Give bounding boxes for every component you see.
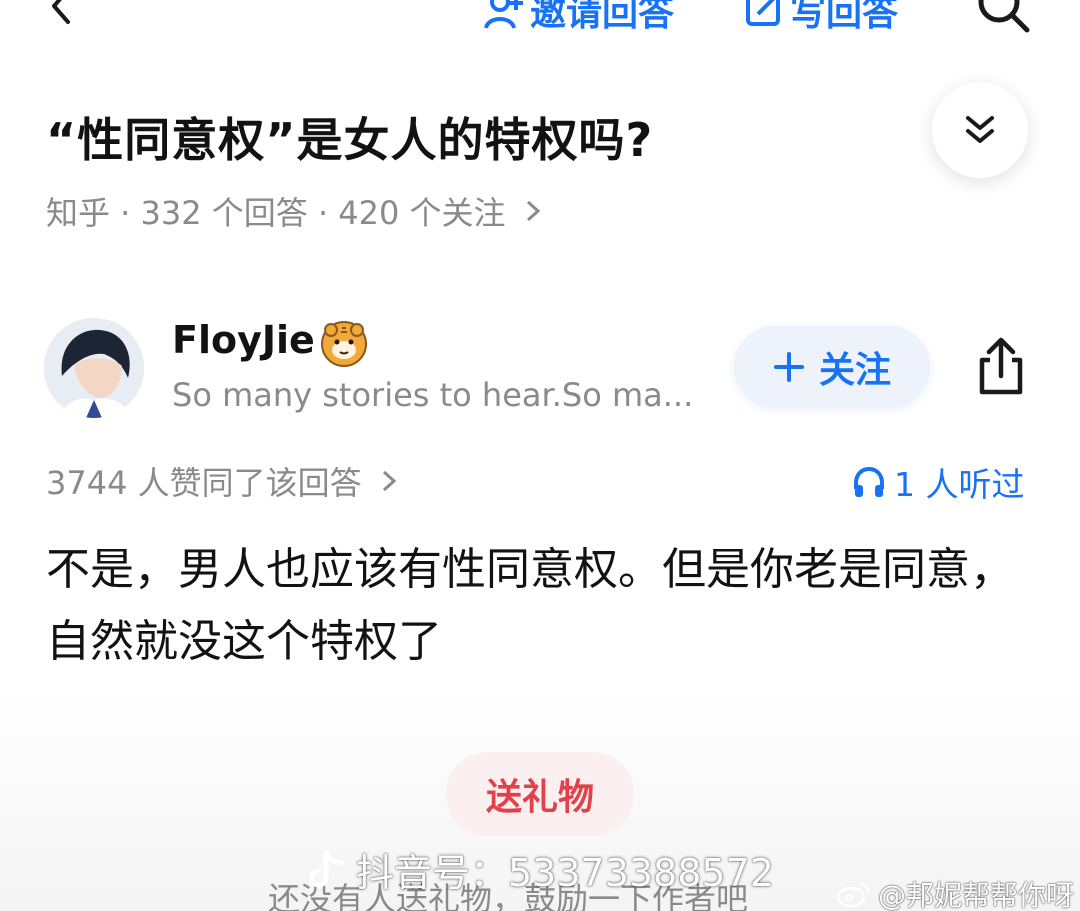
author-bio: So many stories to hear.So ma... (172, 376, 694, 414)
douyin-id: 抖音号：53373388572 (356, 851, 774, 895)
invite-answer-button[interactable]: 邀请回答 (484, 0, 674, 36)
double-chevron-down-icon (966, 116, 994, 143)
invite-user-icon (484, 0, 523, 29)
invite-answer-label: 邀请回答 (530, 0, 675, 34)
weibo-logo-icon (836, 882, 870, 908)
plus-icon (773, 352, 804, 382)
chevron-right-icon (526, 200, 540, 222)
send-gift-label: 送礼物 (485, 777, 594, 818)
listen-text: 1 人听过 (894, 465, 1025, 504)
listen-count[interactable]: 1 人听过 (852, 458, 1025, 506)
weibo-watermark: @邦妮帮帮你呀 (836, 874, 1074, 911)
follow-label: 关注 (818, 350, 891, 391)
question-meta[interactable]: 知乎 · 332 个回答 · 420 个关注 (46, 188, 546, 234)
question-meta-text: 知乎 · 332 个回答 · 420 个关注 (46, 194, 506, 232)
avatar-image (44, 318, 144, 418)
headphones-icon (854, 466, 884, 497)
weibo-handle: @邦妮帮帮你呀 (878, 879, 1075, 911)
douyin-watermark: 抖音号：53373388572 (306, 842, 774, 897)
question-title[interactable]: “性同意权”是女人的特权吗? (46, 104, 653, 170)
avatar[interactable] (44, 318, 144, 418)
likes-count[interactable]: 3744 人赞同了该回答 (46, 458, 402, 504)
write-answer-button[interactable]: 写回答 (744, 0, 898, 36)
follow-button[interactable]: 关注 (734, 326, 930, 408)
author-name[interactable]: FloyJie (172, 318, 315, 362)
send-gift-button[interactable]: 送礼物 (446, 752, 634, 836)
write-answer-label: 写回答 (790, 0, 899, 34)
tiger-badge-icon (321, 321, 367, 367)
edit-icon (746, 0, 780, 26)
collapse-button[interactable] (932, 82, 1028, 178)
search-icon[interactable] (975, 0, 1031, 34)
douyin-logo-icon (309, 849, 344, 887)
answer-text: 不是，男人也应该有性同意权。但是你老是同意，自然就没这个特权了 (46, 544, 1014, 667)
chevron-right-icon (382, 470, 396, 492)
likes-text: 3744 人赞同了该回答 (46, 464, 362, 502)
back-arrow-icon[interactable] (42, 0, 82, 26)
share-icon[interactable] (974, 336, 1028, 396)
